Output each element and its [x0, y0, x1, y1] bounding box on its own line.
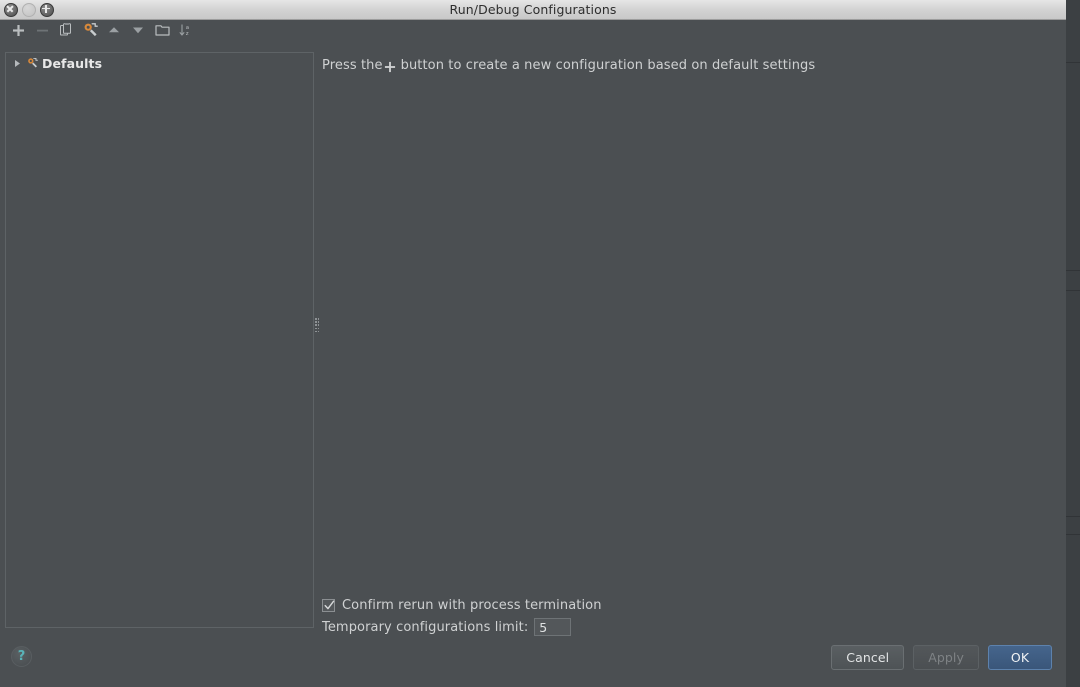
copy-icon: [60, 23, 71, 36]
tree-node-defaults[interactable]: Defaults: [6, 53, 313, 73]
panel-splitter-handle[interactable]: [315, 318, 320, 334]
move-up-button[interactable]: [104, 20, 124, 40]
apply-button: Apply: [913, 645, 979, 670]
help-button[interactable]: ?: [11, 646, 32, 667]
folder-icon: [154, 24, 170, 36]
chevron-right-icon[interactable]: [12, 58, 23, 69]
remove-configuration-button: [32, 20, 52, 40]
create-folder-button[interactable]: [152, 20, 172, 40]
temp-limit-label: Temporary configurations limit:: [322, 619, 529, 635]
confirm-rerun-row[interactable]: Confirm rerun with process termination: [322, 594, 1052, 616]
temp-limit-row: Temporary configurations limit:: [322, 616, 1052, 638]
minus-icon: [36, 29, 48, 31]
arrow-down-icon: [133, 27, 143, 34]
screen: Run/Debug Configurations a z Defaults Pr…: [0, 0, 1080, 687]
svg-text:z: z: [186, 31, 189, 37]
edit-defaults-button[interactable]: [80, 20, 100, 40]
temp-limit-input[interactable]: [534, 618, 572, 636]
window-controls: [4, 0, 54, 19]
confirm-rerun-checkbox[interactable]: [322, 598, 335, 612]
ok-button[interactable]: OK: [988, 645, 1052, 670]
configurations-tree[interactable]: Defaults: [5, 52, 314, 628]
sort-az-icon: a z: [179, 24, 189, 37]
dialog-footer: ? Cancel Apply OK: [0, 640, 1066, 687]
plus-icon: [12, 24, 24, 36]
copy-configuration-button[interactable]: [56, 20, 76, 40]
dialog-options: Confirm rerun with process termination T…: [322, 594, 1052, 638]
checkmark-icon: [324, 600, 335, 609]
configurations-toolbar: a z: [0, 20, 1066, 40]
tree-node-label: Defaults: [42, 55, 103, 71]
add-configuration-button[interactable]: [8, 20, 28, 40]
hint-prefix-text: Press the: [322, 58, 383, 73]
run-debug-configurations-dialog: Run/Debug Configurations a z Defaults Pr…: [0, 0, 1066, 687]
minimize-window-icon[interactable]: [22, 2, 36, 17]
empty-state-hint: Press the button to create a new configu…: [322, 52, 1052, 73]
sort-configurations-button[interactable]: a z: [176, 20, 196, 40]
wrench-icon: [27, 57, 38, 69]
configuration-detail-pane: Press the button to create a new configu…: [322, 52, 1052, 628]
wrench-icon: [84, 23, 98, 37]
titlebar: Run/Debug Configurations: [0, 0, 1066, 20]
arrow-up-icon: [109, 27, 119, 33]
window-title: Run/Debug Configurations: [449, 2, 617, 17]
hint-suffix-text: button to create a new configuration bas…: [400, 58, 816, 73]
question-mark-icon: ?: [17, 648, 26, 664]
dialog-action-buttons: Cancel Apply OK: [831, 645, 1052, 670]
close-window-icon[interactable]: [4, 2, 18, 17]
move-down-button[interactable]: [128, 20, 148, 40]
plus-icon: [384, 60, 397, 73]
cancel-button[interactable]: Cancel: [831, 645, 905, 670]
zoom-window-icon[interactable]: [40, 2, 54, 17]
confirm-rerun-label: Confirm rerun with process termination: [342, 597, 602, 613]
